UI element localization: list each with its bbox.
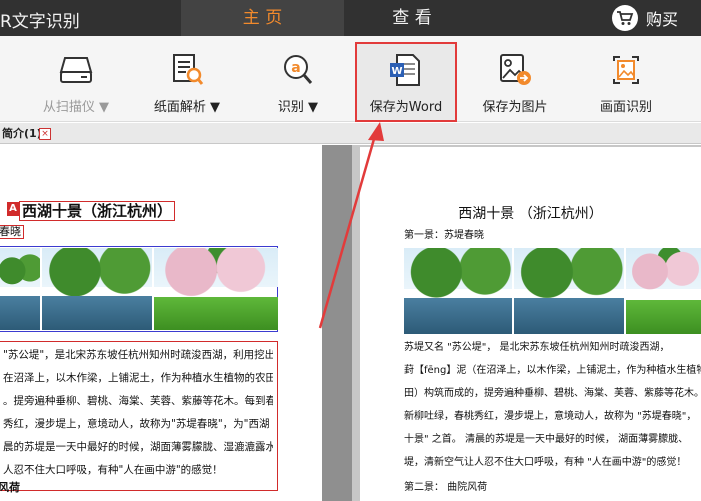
paper-analysis-label: 纸面解析 ▼: [153, 100, 221, 115]
tab-view[interactable]: 查 看: [344, 0, 480, 36]
app-title: R文字识别: [0, 12, 80, 32]
result-paragraph-line: 葑【fēng】泥（在沼泽上，以木作梁，上铺泥土，作为种植水生植物的: [404, 365, 701, 376]
source-paragraph-line: 。提旁遍种垂柳、碧桃、海棠、芙蓉、紫藤等花木。每到春季，: [3, 395, 273, 407]
save-as-image-button[interactable]: 保存为图片: [470, 44, 560, 118]
app-window: R文字识别 主 页 查 看 购买 从扫描仪 ▼ 纸面解析 ▼ a 识别 ▼ W …: [0, 0, 701, 501]
scan-label: 从扫描仪 ▼: [42, 100, 110, 115]
source-title-block[interactable]: 西湖十景（浙江杭州）: [19, 201, 176, 221]
source-paragraph-line: 晨的苏堤是一天中最好的时候，湖面薄雾朦胧、湿漉漉露水满: [3, 441, 273, 453]
source-next-heading: 风荷: [0, 481, 20, 494]
result-paragraph: 苏堤又名 "苏公堤"， 是北宋苏东坡任杭州知州时疏浚西湖， 葑【fēng】泥（在…: [404, 336, 701, 474]
willow-lake-photo: [514, 248, 624, 334]
lake-photo: [0, 248, 40, 330]
blossom-park-photo: [626, 248, 701, 334]
result-page: 西湖十景 （浙江杭州） 第一景：苏堤春晓 苏堤又名 "苏公堤"， 是北宋苏东坡任…: [360, 147, 701, 501]
recognize-label: 识别 ▼: [277, 100, 319, 115]
paper-analysis-button[interactable]: 纸面解析 ▼: [144, 44, 230, 118]
title-block-marker-icon: A: [7, 202, 19, 216]
result-image: [404, 248, 701, 334]
image-save-icon: [498, 54, 532, 86]
source-image-pane[interactable]: A 西湖十景（浙江杭州） 春晓 "苏公堤"，是北宋苏东坡任杭州知州时疏浚西湖，利…: [0, 145, 322, 501]
source-paragraph-line: 秀红，漫步堤上，意境动人，故称为"苏堤春晓"，为"西湖: [3, 418, 270, 430]
source-paragraph-block[interactable]: "苏公堤"，是北宋苏东坡任杭州知州时疏浚西湖，利用挖出的 在沼泽上，以木作梁，上…: [0, 341, 278, 491]
save-as-word-button[interactable]: W 保存为Word: [355, 42, 457, 122]
result-paragraph-line: 新柳吐绿，春桃秀红，漫步堤上，意境动人，故称为 "苏堤春晓"，: [404, 411, 697, 422]
willow-lake-photo: [42, 248, 152, 330]
recognize-button[interactable]: a 识别 ▼: [258, 44, 338, 118]
tab-home[interactable]: 主 页: [181, 0, 344, 36]
svg-text:W: W: [391, 66, 402, 77]
lake-photo: [404, 248, 512, 334]
source-paragraph-line: 在沼泽上，以木作梁，上铺泥土，作为种植水生植物的农田，叫葑: [3, 372, 273, 384]
screen-recognize-label: 画面识别: [599, 100, 652, 115]
ribbon-toolbar: 从扫描仪 ▼ 纸面解析 ▼ a 识别 ▼ W 保存为Word 保存为图片 画面识…: [0, 36, 701, 122]
scan-from-scanner-button[interactable]: 从扫描仪 ▼: [28, 44, 124, 118]
screen-capture-icon: [609, 54, 643, 86]
result-paragraph-line: 十景" 之首。 清晨的苏堤是一天中最好的时候， 湖面薄雾朦胧、: [404, 434, 689, 445]
scanner-icon: [59, 54, 93, 86]
buy-button[interactable]: 购买: [612, 4, 678, 32]
pane-divider[interactable]: [322, 145, 352, 501]
source-paragraph-line: "苏公堤"，是北宋苏东坡任杭州知州时疏浚西湖，利用挖出的: [3, 349, 273, 361]
result-next-heading: 第二景： 曲院风荷: [404, 482, 488, 493]
result-subtitle: 第一景：苏堤春晓: [404, 230, 484, 241]
shopping-cart-icon: [612, 5, 638, 31]
ocr-recognize-icon: a: [281, 54, 315, 86]
source-image-block[interactable]: [0, 246, 278, 332]
close-icon[interactable]: ×: [39, 128, 51, 140]
blossom-park-photo: [154, 248, 278, 330]
svg-text:a: a: [291, 60, 300, 76]
screen-recognize-button[interactable]: 画面识别: [586, 44, 666, 118]
document-tab-strip: 简介(1) ×: [0, 123, 701, 144]
source-paragraph-line: 人忍不住大口呼吸，有种"人在画中游"的感觉！: [3, 464, 223, 476]
save-as-word-label: 保存为Word: [369, 100, 443, 115]
result-paragraph-line: 苏堤又名 "苏公堤"， 是北宋苏东坡任杭州知州时疏浚西湖，: [404, 342, 670, 353]
source-subtitle-block[interactable]: 春晓: [0, 225, 24, 239]
document-tab[interactable]: 简介(1): [0, 125, 42, 143]
buy-label: 购买: [646, 10, 679, 29]
result-paragraph-line: 堤，清新空气让人忍不住大口呼吸，有种 "人在画中游"的感觉！: [404, 457, 687, 468]
word-save-icon: W: [389, 54, 423, 86]
document-analyze-icon: [170, 54, 204, 86]
result-pane[interactable]: 西湖十景 （浙江杭州） 第一景：苏堤春晓 苏堤又名 "苏公堤"， 是北宋苏东坡任…: [352, 145, 701, 501]
result-paragraph-line: 田）构筑而成的，提旁遍种垂柳、碧桃、海棠、芙蓉、紫藤等花木。: [404, 388, 701, 399]
title-bar: R文字识别 主 页 查 看 购买: [0, 0, 701, 36]
save-as-image-label: 保存为图片: [482, 100, 548, 115]
result-title: 西湖十景 （浙江杭州）: [458, 206, 603, 222]
